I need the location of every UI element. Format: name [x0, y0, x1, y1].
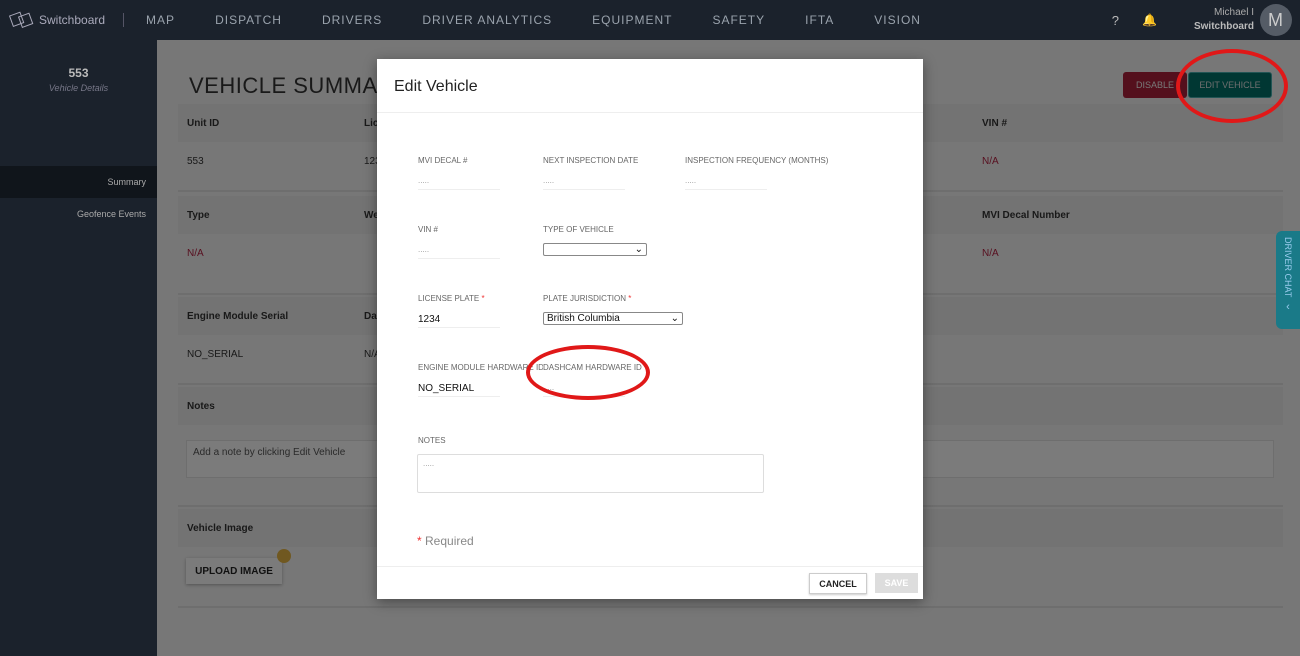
chevron-down-icon: ⌄ [670, 313, 679, 324]
switchboard-logo-icon [8, 11, 34, 28]
top-nav: Switchboard MAP DISPATCH DRIVERS DRIVER … [0, 0, 1300, 40]
license-plate-input[interactable]: 1234 [418, 308, 500, 328]
license-plate-field: LICENSE PLATE * 1234 [418, 294, 500, 328]
next-inspection-field: NEXT INSPECTION DATE..... [543, 156, 638, 190]
type-of-vehicle-select[interactable]: ⌄ [543, 243, 647, 256]
nav-safety[interactable]: SAFETY [712, 13, 765, 27]
next-inspection-input[interactable]: ..... [543, 170, 625, 190]
cancel-button[interactable]: CANCEL [809, 573, 867, 594]
annotation-circle [1176, 49, 1288, 123]
plate-jurisdiction-field: PLATE JURISDICTION * British Columbia ⌄ [543, 294, 683, 325]
divider [123, 13, 125, 27]
bell-icon[interactable]: 🔔 [1142, 13, 1158, 27]
engine-module-field: ENGINE MODULE HARDWARE ID NO_SERIAL [418, 363, 544, 397]
sidebar-item-summary[interactable]: Summary [0, 166, 157, 198]
save-button[interactable]: SAVE [875, 573, 918, 593]
modal-footer: CANCEL SAVE [377, 566, 923, 599]
nav-drivers[interactable]: DRIVERS [322, 13, 382, 27]
nav-vision[interactable]: VISION [874, 13, 921, 27]
nav-equipment[interactable]: EQUIPMENT [592, 13, 672, 27]
modal-title: Edit Vehicle [377, 59, 923, 113]
vin-field: VIN #..... [418, 225, 500, 259]
help-icon[interactable]: ? [1112, 13, 1120, 28]
nav-ifta[interactable]: IFTA [805, 13, 834, 27]
inspection-frequency-input[interactable]: ..... [685, 170, 767, 190]
unit-id: 553 [68, 66, 89, 80]
engine-module-input[interactable]: NO_SERIAL [418, 377, 500, 397]
sidebar-subtitle: Vehicle Details [48, 83, 109, 93]
sidebar: 553 Vehicle Details Summary Geofence Eve… [0, 40, 157, 656]
plate-jurisdiction-select[interactable]: British Columbia ⌄ [543, 312, 683, 325]
avatar[interactable]: M [1260, 4, 1292, 36]
user-menu[interactable]: Michael I Switchboard [1194, 6, 1254, 34]
nav-map[interactable]: MAP [146, 13, 175, 27]
vin-input[interactable]: ..... [418, 239, 500, 259]
required-note: * Required [417, 534, 474, 548]
nav-dispatch[interactable]: DISPATCH [215, 13, 282, 27]
type-of-vehicle-field: TYPE OF VEHICLE ⌄ [543, 225, 647, 256]
driver-chat-tab[interactable]: DRIVER CHAT ‹ [1276, 231, 1300, 329]
mvi-decal-input[interactable]: ..... [418, 170, 500, 190]
notes-textarea[interactable]: ..... [417, 454, 764, 493]
annotation-circle [526, 345, 650, 400]
sidebar-item-geofence-events[interactable]: Geofence Events [0, 198, 157, 230]
chevron-down-icon: ⌄ [634, 244, 643, 255]
notes-label: NOTES [418, 436, 446, 445]
nav-driver-analytics[interactable]: DRIVER ANALYTICS [422, 13, 552, 27]
edit-vehicle-modal: Edit Vehicle MVI DECAL #..... NEXT INSPE… [377, 59, 923, 599]
chevron-left-icon: ‹ [1286, 301, 1290, 314]
mvi-decal-field: MVI DECAL #..... [418, 156, 500, 190]
logo[interactable]: Switchboard [8, 11, 105, 29]
inspection-frequency-field: INSPECTION FREQUENCY (MONTHS)..... [685, 156, 828, 190]
